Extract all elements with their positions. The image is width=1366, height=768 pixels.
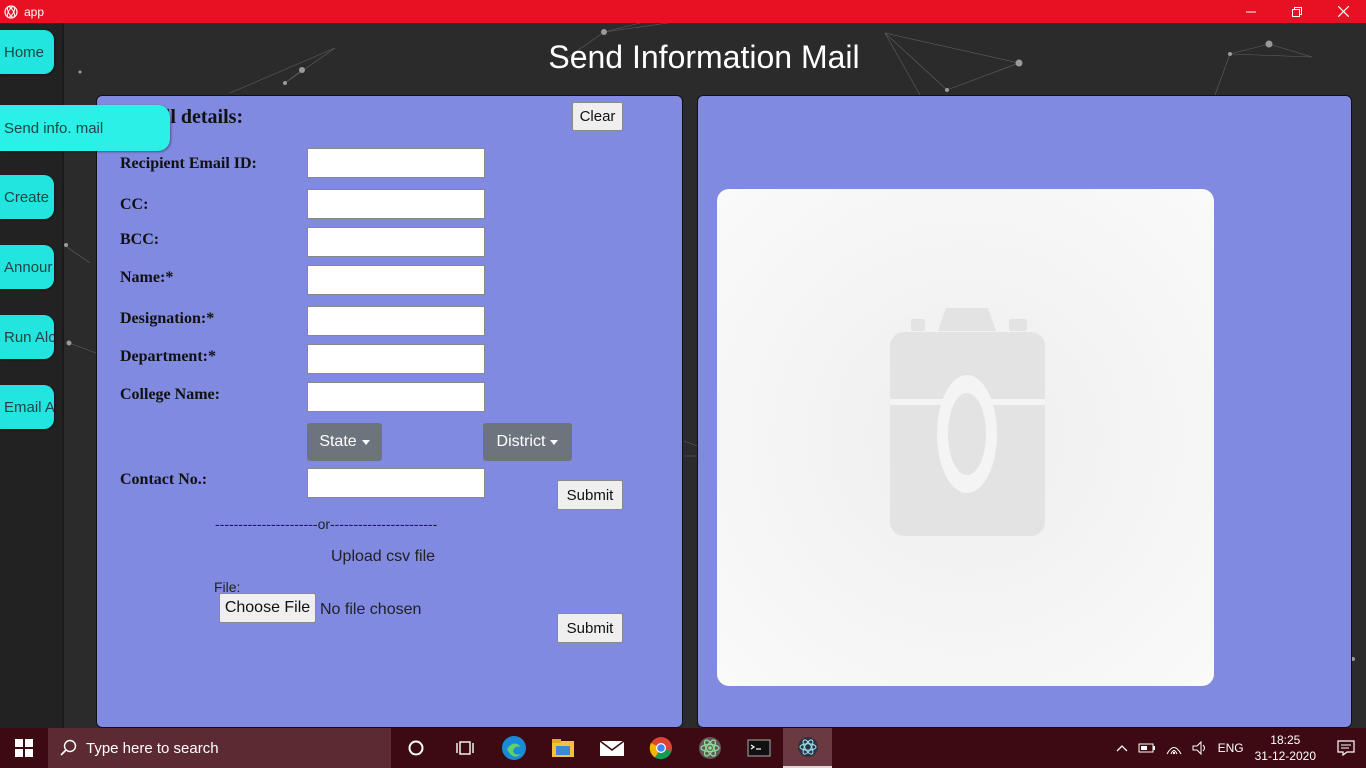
clock-time: 18:25	[1270, 733, 1301, 747]
electron-app-icon	[4, 4, 18, 19]
contact-no-label: Contact No.:	[120, 471, 208, 488]
taskbar: Type here to search ENG 18:25 31-12-2020	[0, 728, 1366, 768]
caret-down-icon	[550, 439, 559, 445]
state-dropdown[interactable]: State	[307, 423, 382, 461]
task-view-icon[interactable]	[440, 728, 489, 768]
designation-input[interactable]	[307, 306, 485, 336]
nav-email-label: Email A	[4, 398, 54, 416]
minimize-button[interactable]	[1228, 0, 1274, 23]
clock-date: 31-12-2020	[1254, 749, 1316, 763]
name-input[interactable]	[307, 265, 485, 295]
contact-no-input[interactable]	[307, 468, 485, 498]
camera-placeholder-icon	[890, 308, 1045, 536]
nav-run-algorithm-label: Run Alc	[4, 328, 54, 346]
state-dropdown-label: State	[319, 433, 357, 450]
nav-announcement-button[interactable]: Annour	[0, 245, 54, 289]
windows-icon	[15, 739, 33, 757]
restore-icon	[1292, 6, 1302, 17]
no-file-chosen-text: No file chosen	[320, 601, 422, 618]
recipient-email-label: Recipient Email ID:	[120, 155, 257, 172]
district-dropdown[interactable]: District	[483, 423, 572, 461]
chevron-up-icon[interactable]	[1116, 744, 1128, 752]
image-preview-panel	[697, 95, 1352, 728]
designation-label: Designation:*	[120, 310, 215, 327]
nav-announcement-label: Annour	[4, 258, 53, 276]
nav-email-button[interactable]: Email A	[0, 385, 54, 429]
taskbar-search-box[interactable]: Type here to search	[48, 728, 391, 768]
notification-icon[interactable]	[1326, 740, 1366, 756]
submit-button[interactable]: Submit	[557, 480, 623, 510]
electron-icon[interactable]	[783, 728, 832, 768]
app-background: Home Send info. mail Create Annour Run A…	[0, 23, 1366, 728]
taskbar-clock[interactable]: 18:25 31-12-2020	[1255, 732, 1316, 764]
search-icon	[60, 739, 78, 757]
nav-send-info-mail-label: Send info. mail	[4, 119, 104, 137]
atom-icon[interactable]	[685, 728, 734, 768]
battery-icon[interactable]	[1138, 743, 1156, 753]
details-form-panel: Fill details: Clear Recipient Email ID: …	[96, 95, 683, 728]
page-title: Send Information Mail	[548, 39, 860, 75]
choose-file-button[interactable]: Choose File	[219, 593, 316, 623]
nav-create-label: Create	[4, 188, 50, 206]
terminal-icon[interactable]	[734, 728, 783, 768]
language-indicator[interactable]: ENG	[1218, 741, 1244, 755]
window-titlebar: app	[0, 0, 1366, 23]
upload-csv-label: Upload csv file	[331, 548, 436, 565]
window-title: app	[24, 4, 45, 19]
system-tray: ENG 18:25 31-12-2020	[1111, 728, 1366, 768]
search-placeholder: Type here to search	[86, 739, 219, 757]
cortana-icon[interactable]	[391, 728, 440, 768]
name-label: Name:*	[120, 269, 174, 286]
college-name-label: College Name:	[120, 386, 220, 403]
or-divider: ----------------------or----------------…	[215, 516, 438, 532]
recipient-email-input[interactable]	[307, 148, 485, 178]
mail-icon[interactable]	[587, 728, 636, 768]
minimize-icon	[1246, 11, 1256, 12]
close-button[interactable]	[1320, 0, 1366, 23]
nav-send-info-mail-button[interactable]: Send info. mail	[0, 105, 170, 151]
bcc-label: BCC:	[120, 231, 160, 248]
cc-input[interactable]	[307, 189, 485, 219]
image-placeholder	[717, 189, 1214, 686]
district-dropdown-label: District	[496, 433, 546, 450]
restore-button[interactable]	[1274, 0, 1320, 23]
clear-button[interactable]: Clear	[572, 102, 623, 131]
nav-create-button[interactable]: Create	[0, 175, 54, 219]
volume-icon[interactable]	[1192, 741, 1208, 755]
cc-label: CC:	[120, 196, 149, 213]
close-icon	[1337, 6, 1349, 17]
csv-submit-button[interactable]: Submit	[557, 613, 623, 643]
college-name-input[interactable]	[307, 382, 485, 412]
chrome-icon[interactable]	[636, 728, 685, 768]
bcc-input[interactable]	[307, 227, 485, 257]
edge-icon[interactable]	[489, 728, 538, 768]
department-input[interactable]	[307, 344, 485, 374]
nav-run-algorithm-button[interactable]: Run Alc	[0, 315, 54, 359]
file-explorer-icon[interactable]	[538, 728, 587, 768]
caret-down-icon	[361, 439, 370, 445]
start-button[interactable]	[0, 728, 48, 768]
department-label: Department:*	[120, 348, 216, 365]
wifi-icon[interactable]	[1166, 741, 1182, 755]
